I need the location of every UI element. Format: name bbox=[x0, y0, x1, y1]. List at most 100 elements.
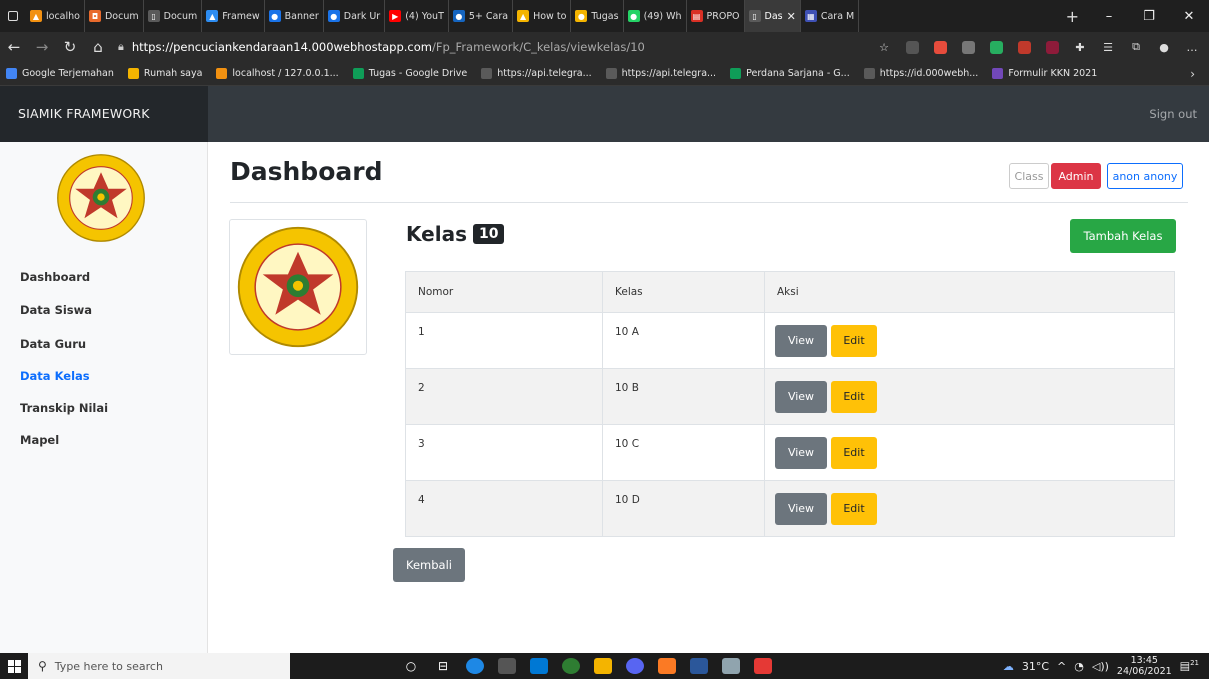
browser-tab[interactable]: ▲ localho bbox=[26, 0, 85, 32]
view-button[interactable]: View bbox=[775, 324, 827, 357]
browser-tab[interactable]: ▲ Framew bbox=[202, 0, 265, 32]
collections-icon[interactable]: ⧉ bbox=[1125, 38, 1147, 56]
more-menu-icon[interactable]: … bbox=[1181, 38, 1203, 56]
browser-tab[interactable]: ▤ PROPO bbox=[687, 0, 745, 32]
discord-icon[interactable] bbox=[626, 658, 644, 674]
cell-aksi: View Edit bbox=[764, 425, 1174, 480]
sign-out-link[interactable]: Sign out bbox=[1149, 107, 1197, 121]
forward-icon[interactable]: → bbox=[28, 38, 56, 56]
edit-button[interactable]: Edit bbox=[831, 324, 877, 357]
browser-tab[interactable]: ◘ Docum bbox=[85, 0, 144, 32]
bookmark-item[interactable]: Tugas - Google Drive bbox=[352, 68, 467, 79]
tab-actions-icon[interactable] bbox=[8, 11, 18, 21]
user-button[interactable]: anon anony bbox=[1107, 163, 1183, 189]
file-explorer-icon[interactable] bbox=[594, 658, 612, 674]
system-tray: ☁ 31°C ^ ◔ ◁)) 13:45 24/06/2021 ▤21 bbox=[1003, 655, 1209, 677]
view-button[interactable]: View bbox=[775, 380, 827, 413]
bookmark-item[interactable]: Perdana Sarjana - G... bbox=[730, 68, 850, 79]
extension-m-icon[interactable] bbox=[1013, 38, 1035, 56]
admin-button[interactable]: Admin bbox=[1051, 163, 1101, 189]
bookmarks-more-icon[interactable]: › bbox=[1190, 67, 1195, 81]
minimize-icon[interactable]: – bbox=[1089, 9, 1129, 24]
table-row: 1 10 A View Edit bbox=[406, 312, 1174, 368]
browser-tab[interactable]: ▯ Docum bbox=[144, 0, 203, 32]
word-icon[interactable] bbox=[690, 658, 708, 674]
tambah-kelas-button[interactable]: Tambah Kelas bbox=[1070, 219, 1176, 253]
windows-start-icon[interactable] bbox=[0, 653, 28, 679]
kembali-button[interactable]: Kembali bbox=[393, 548, 465, 582]
xampp-icon[interactable] bbox=[658, 658, 676, 674]
browser-tab[interactable]: ▯ Das ✕ bbox=[744, 0, 801, 32]
class-button[interactable]: Class bbox=[1009, 163, 1049, 189]
extension-arrow-icon[interactable] bbox=[929, 38, 951, 56]
tab-label: How to bbox=[533, 10, 567, 22]
tab-favicon-icon: ▲ bbox=[206, 10, 219, 22]
browser-tab[interactable]: ● 5+ Cara bbox=[449, 0, 514, 32]
extension-record-icon[interactable] bbox=[1041, 38, 1063, 56]
browser-tab[interactable]: ● (49) Wh bbox=[624, 0, 687, 32]
extension-chat-icon[interactable] bbox=[957, 38, 979, 56]
clock[interactable]: 13:45 24/06/2021 bbox=[1117, 655, 1172, 677]
new-tab-button[interactable]: + bbox=[1056, 7, 1089, 26]
back-icon[interactable]: ← bbox=[0, 38, 28, 56]
tab-favicon-icon: ● bbox=[575, 10, 588, 22]
app-icon[interactable] bbox=[722, 658, 740, 674]
app-icon-2[interactable] bbox=[754, 658, 772, 674]
browser-tab[interactable]: ▦ Cara M bbox=[801, 0, 860, 32]
restore-icon[interactable]: ❐ bbox=[1129, 9, 1169, 24]
browser-tab[interactable]: ▲ How to bbox=[513, 0, 572, 32]
profile-avatar-icon[interactable]: ● bbox=[1153, 38, 1175, 56]
sidebar-item-dashboard[interactable]: Dashboard bbox=[20, 270, 90, 284]
bookmark-item[interactable]: https://api.telegra... bbox=[605, 68, 716, 79]
tray-chevron-icon[interactable]: ^ bbox=[1057, 660, 1066, 673]
sidebar-item-transkip-nilai[interactable]: Transkip Nilai bbox=[20, 401, 108, 415]
sidebar-item-mapel[interactable]: Mapel bbox=[20, 433, 59, 447]
url-field[interactable]: 🔒︎ https://pencuciankendaraan14.000webho… bbox=[118, 36, 645, 58]
bookmark-item[interactable]: Formulir KKN 2021 bbox=[992, 68, 1097, 79]
tab-close-icon[interactable]: ✕ bbox=[787, 10, 796, 23]
browser-tab[interactable]: ▶ (4) YouT bbox=[385, 0, 449, 32]
edit-button[interactable]: Edit bbox=[831, 492, 877, 525]
edit-button[interactable]: Edit bbox=[831, 380, 877, 413]
url-host: https://pencuciankendaraan14.000webhosta… bbox=[131, 40, 432, 54]
edit-button[interactable]: Edit bbox=[831, 436, 877, 469]
close-icon[interactable]: ✕ bbox=[1169, 9, 1209, 24]
extension-color-icon[interactable] bbox=[985, 38, 1007, 56]
bookmark-item[interactable]: https://id.000webh... bbox=[863, 68, 978, 79]
sidebar-item-data-kelas[interactable]: Data Kelas bbox=[20, 369, 90, 383]
mail-icon[interactable] bbox=[530, 658, 548, 674]
browser-tab[interactable]: ● Tugas bbox=[571, 0, 624, 32]
address-bar: ← → ↻ ⌂ 🔒︎ https://pencuciankendaraan14.… bbox=[0, 32, 1209, 62]
weather-temp[interactable]: 31°C bbox=[1022, 660, 1049, 673]
favorites-icon[interactable]: ☰ bbox=[1097, 38, 1119, 56]
view-button[interactable]: View bbox=[775, 492, 827, 525]
bookmark-item[interactable]: Rumah saya bbox=[127, 68, 202, 79]
sidebar-item-data-guru[interactable]: Data Guru bbox=[20, 337, 86, 351]
browser-tab[interactable]: ● Banner bbox=[265, 0, 324, 32]
volume-icon[interactable]: ◁)) bbox=[1092, 660, 1109, 673]
chrome-icon[interactable] bbox=[562, 658, 580, 674]
brand[interactable]: SIAMIK FRAMEWORK bbox=[0, 86, 208, 142]
taskbar-apps: ○ ⊟ bbox=[402, 658, 772, 674]
home-icon[interactable]: ⌂ bbox=[84, 38, 112, 56]
extensions-puzzle-icon[interactable]: ✚ bbox=[1069, 38, 1091, 56]
refresh-icon[interactable]: ↻ bbox=[56, 38, 84, 56]
cortana-icon[interactable]: ○ bbox=[402, 658, 420, 674]
taskbar-search-input[interactable]: ⚲ Type here to search bbox=[28, 653, 290, 679]
task-view-icon[interactable]: ⊟ bbox=[434, 658, 452, 674]
cell-nomor: 1 bbox=[418, 326, 425, 338]
edge-icon[interactable] bbox=[466, 658, 484, 674]
browser-tab[interactable]: ● Dark Ur bbox=[324, 0, 386, 32]
notification-icon[interactable]: ▤21 bbox=[1180, 659, 1199, 673]
view-button[interactable]: View bbox=[775, 436, 827, 469]
sidebar-item-data-siswa[interactable]: Data Siswa bbox=[20, 303, 92, 317]
tab-favicon-icon: ● bbox=[327, 10, 340, 22]
store-icon[interactable] bbox=[498, 658, 516, 674]
extension-s-icon[interactable] bbox=[901, 38, 923, 56]
weather-icon[interactable]: ☁ bbox=[1003, 660, 1014, 673]
favorite-star-icon[interactable]: ☆ bbox=[873, 38, 895, 56]
bookmark-item[interactable]: localhost / 127.0.0.1... bbox=[216, 68, 339, 79]
bookmark-item[interactable]: Google Terjemahan bbox=[6, 68, 114, 79]
bookmark-item[interactable]: https://api.telegra... bbox=[481, 68, 592, 79]
network-icon[interactable]: ◔ bbox=[1074, 660, 1084, 673]
